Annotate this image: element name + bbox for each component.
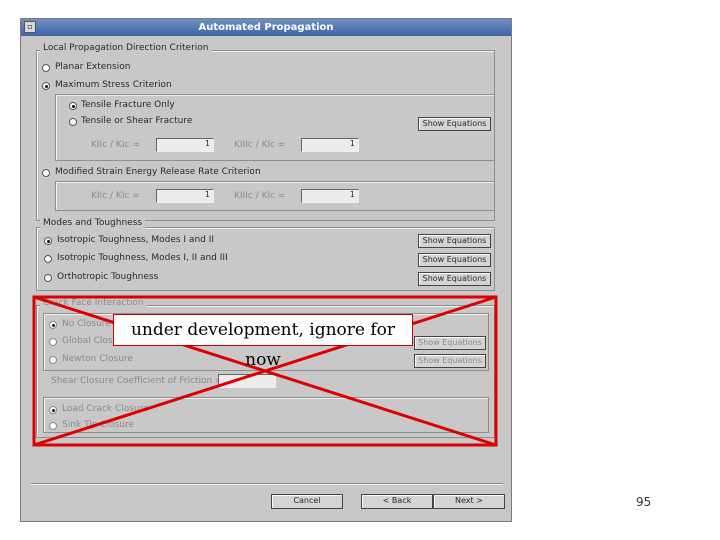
slide-number: 95 <box>636 495 652 509</box>
development-note: under development, ignore for now <box>113 314 413 370</box>
cross-out-overlay <box>32 295 498 447</box>
